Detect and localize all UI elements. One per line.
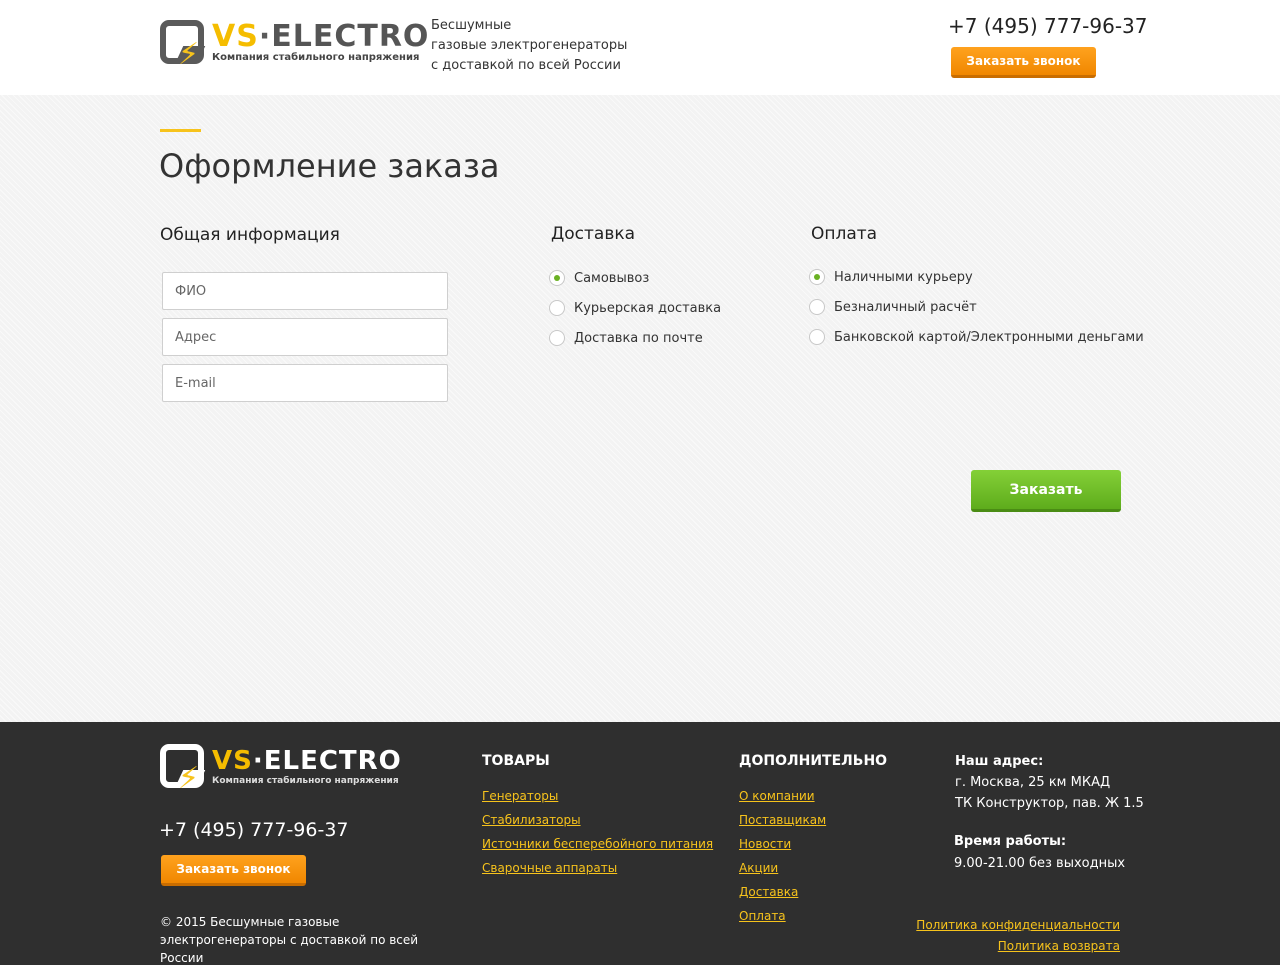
logo-subtitle: Компания стабильного напряжения (212, 52, 420, 63)
radio-icon (549, 330, 565, 346)
header-tagline: Бесшумные газовые электрогенераторы с до… (431, 18, 628, 73)
radio-icon (809, 299, 825, 315)
submit-order-button[interactable]: Заказать (971, 470, 1121, 512)
callback-button[interactable]: Заказать звонок (951, 47, 1096, 78)
privacy-policy-link[interactable]: Политика конфиденциальности (916, 918, 1120, 932)
logo-icon: ⚡ (160, 744, 206, 794)
footer-link-suppliers[interactable]: Поставщикам (739, 813, 826, 827)
site-footer: ⚡ VS·ELECTRO Компания стабильного напряж… (0, 722, 1280, 965)
goods-links: Генераторы Стабилизаторы Источники беспе… (482, 785, 713, 881)
footer-link-welders[interactable]: Сварочные аппараты (482, 861, 617, 875)
email-field[interactable] (162, 364, 448, 402)
info-section-title: Общая информация (160, 225, 340, 245)
goods-title: ТОВАРЫ (482, 753, 550, 769)
footer-link-news[interactable]: Новости (739, 837, 791, 851)
delivery-option-pickup[interactable]: Самовывоз (549, 270, 649, 286)
extra-links: О компании Поставщикам Новости Акции Дос… (739, 785, 826, 929)
radio-icon (809, 329, 825, 345)
return-policy-link[interactable]: Политика возврата (998, 939, 1120, 953)
footer-link-about[interactable]: О компании (739, 789, 815, 803)
radio-label: Доставка по почте (574, 330, 703, 346)
delivery-option-post[interactable]: Доставка по почте (549, 330, 703, 346)
footer-link-delivery[interactable]: Доставка (739, 885, 798, 899)
address-block: Наш адрес: г. Москва, 25 км МКАД ТК Конс… (955, 754, 1144, 811)
radio-selected-icon (809, 269, 825, 285)
copyright: © 2015 Бесшумные газовые электрогенерато… (160, 915, 419, 965)
footer-callback-button[interactable]: Заказать звонок (161, 855, 306, 886)
address-field[interactable] (162, 318, 448, 356)
radio-label: Банковской картой/Электронными деньгами (834, 329, 1144, 345)
footer-link-generators[interactable]: Генераторы (482, 789, 558, 803)
payment-option-cash[interactable]: Наличными курьеру (809, 269, 973, 285)
footer-link-promotions[interactable]: Акции (739, 861, 778, 875)
logo-icon: ⚡ (160, 20, 206, 70)
payment-option-card[interactable]: Банковской картой/Электронными деньгами (809, 329, 1144, 345)
radio-label: Самовывоз (574, 270, 650, 286)
page-title: Оформление заказа (159, 147, 500, 185)
logo-subtitle: Компания стабильного напряжения (212, 776, 399, 786)
payment-section-title: Оплата (811, 224, 878, 244)
delivery-section-title: Доставка (551, 224, 636, 244)
radio-selected-icon (549, 270, 565, 286)
footer-link-payment[interactable]: Оплата (739, 909, 786, 923)
extra-title: ДОПОЛНИТЕЛЬНО (739, 753, 888, 769)
logo-name: VS·ELECTRO (212, 19, 430, 54)
title-accent (160, 129, 201, 132)
header-phone[interactable]: +7 (495) 777-96-37 (948, 14, 1147, 38)
footer-link-ups[interactable]: Источники бесперебойного питания (482, 837, 713, 851)
footer-logo[interactable]: ⚡ VS·ELECTRO Компания стабильного напряж… (160, 744, 402, 794)
policy-links: Политика конфиденциальности Политика воз… (916, 914, 1120, 956)
logo[interactable]: ⚡ VS·ELECTRO Компания стабильного напряж… (160, 19, 430, 70)
radio-label: Безналичный расчёт (834, 299, 977, 315)
payment-option-transfer[interactable]: Безналичный расчёт (809, 299, 977, 315)
footer-phone[interactable]: +7 (495) 777-96-37 (159, 819, 349, 841)
radio-icon (549, 300, 565, 316)
name-field[interactable] (162, 272, 448, 310)
order-page: Оформление заказа Общая информация Доста… (0, 95, 1280, 722)
site-header: ⚡ VS·ELECTRO Компания стабильного напряж… (0, 0, 1280, 95)
radio-label: Наличными курьеру (834, 269, 973, 285)
logo-name: VS·ELECTRO (212, 746, 402, 776)
hours-block: Время работы: 9.00-21.00 без выходных (954, 834, 1126, 871)
footer-link-stabilizers[interactable]: Стабилизаторы (482, 813, 581, 827)
radio-label: Курьерская доставка (574, 300, 722, 316)
delivery-option-courier[interactable]: Курьерская доставка (549, 300, 721, 316)
